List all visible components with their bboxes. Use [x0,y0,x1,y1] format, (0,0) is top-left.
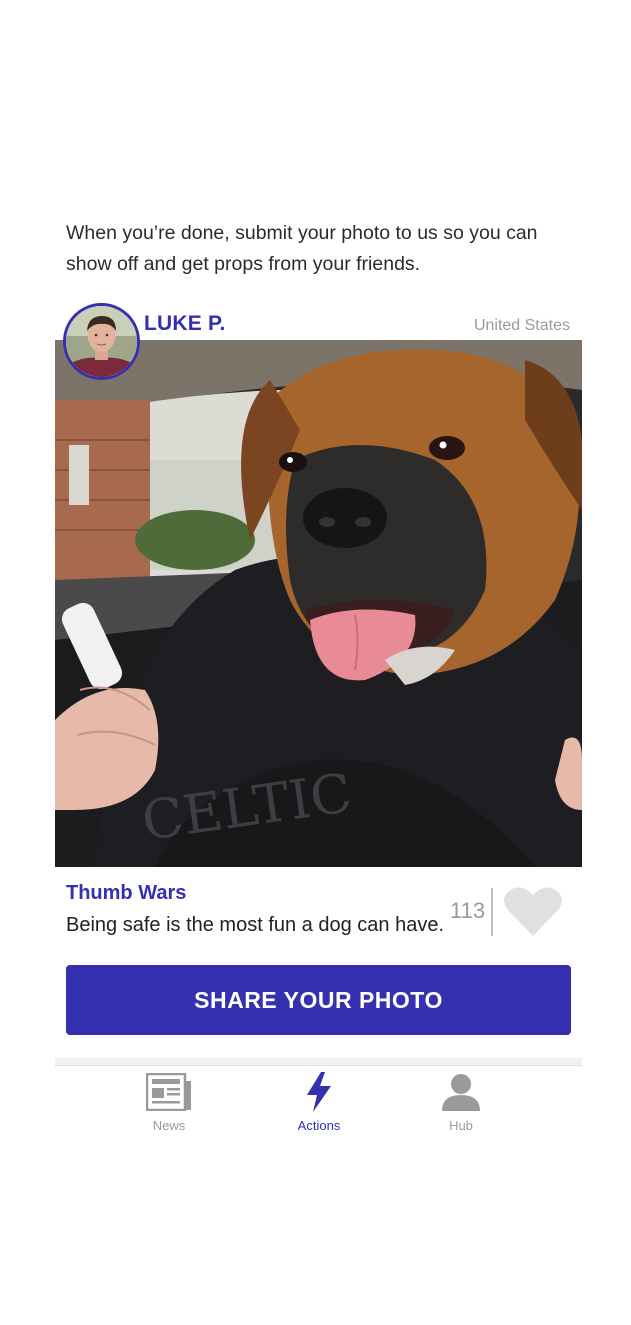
post-photo: CELTIC [55,340,582,867]
tab-bar-divider [55,1058,582,1066]
like-button[interactable] [503,886,563,938]
newspaper-icon [146,1073,191,1111]
intro-text: When you’re done, submit your photo to u… [66,222,538,275]
tab-hub[interactable]: Hub [401,1072,521,1138]
tab-news[interactable]: News [109,1072,229,1138]
post-username[interactable]: LUKE P. [144,312,226,336]
avatar[interactable] [63,303,140,380]
post-caption: Being safe is the most fun a dog can hav… [66,914,445,936]
action-detail-page: When you’re done, submit your photo to u… [0,0,631,1325]
post-location: United States [473,317,570,334]
like-divider [491,888,493,936]
tab-actions[interactable]: Actions [259,1072,379,1138]
like-count: 113 [450,898,486,923]
tab-hub-label: Hub [449,1118,473,1133]
lightning-bolt-icon [307,1072,331,1112]
tab-news-label: News [152,1118,186,1133]
post-title: Thumb Wars [66,882,187,904]
share-your-photo-button[interactable]: SHARE YOUR PHOTO [66,965,571,1035]
heart-icon [504,887,562,936]
tab-actions-label: Actions [297,1118,341,1133]
person-icon [442,1074,480,1111]
